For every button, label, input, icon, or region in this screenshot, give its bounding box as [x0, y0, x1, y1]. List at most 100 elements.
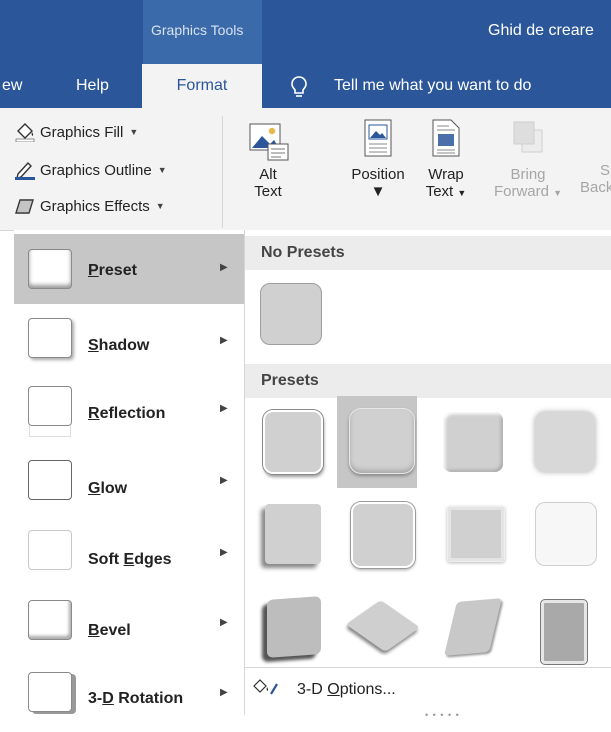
chevron-right-icon: ▶: [220, 262, 228, 273]
tell-me-search[interactable]: Tell me what you want to do: [334, 64, 604, 108]
chevron-down-icon: ▼: [370, 183, 386, 200]
3d-rotation-swatch: [28, 672, 72, 712]
menu-item-label: Reflection: [88, 405, 166, 422]
effects-icon: [15, 199, 34, 214]
wrap-text-label-line1: Wrap: [428, 166, 464, 183]
glow-swatch: [28, 460, 72, 500]
chevron-down-icon: ▼: [155, 201, 165, 211]
preset-shape: [535, 502, 597, 566]
title-bar: Graphics Tools Ghid de creare: [0, 0, 611, 64]
preset-12[interactable]: [529, 586, 609, 678]
lightbulb-icon: [291, 76, 307, 97]
preset-shape: [443, 412, 503, 472]
preset-shape: [447, 506, 505, 562]
menu-item-label: 3-D Rotation: [88, 690, 184, 707]
preset-shape: [349, 408, 415, 474]
bring-forward-label-line2: Forward: [493, 183, 549, 200]
preset-4[interactable]: [529, 398, 609, 490]
preset-1[interactable]: [257, 398, 337, 490]
tab-view[interactable]: ew: [0, 64, 46, 108]
bevel-swatch: [28, 600, 72, 640]
reflection-swatch: [28, 386, 72, 426]
bring-forward-button[interactable]: Bring Forward ▼: [478, 116, 578, 200]
ribbon-separator: [222, 116, 223, 228]
alt-text-icon: [249, 123, 289, 161]
menu-item-bevel[interactable]: Bevel ▶: [14, 592, 244, 662]
send-backward-button[interactable]: S Back: [580, 116, 611, 196]
preset-7[interactable]: [441, 492, 521, 584]
chevron-right-icon: ▶: [220, 335, 228, 346]
chevron-down-icon: ▼: [553, 188, 563, 198]
preset-shape: [541, 600, 587, 664]
graphics-effects-menu: Preset ▶ Shadow ▶ Reflection ▶ Glow ▶ So…: [14, 230, 245, 715]
menu-item-preset[interactable]: Preset ▶: [14, 234, 244, 304]
menu-item-3d-rotation[interactable]: 3-D Rotation ▶: [14, 662, 244, 732]
alt-text-button[interactable]: Alt Text: [240, 116, 296, 200]
graphics-fill-button[interactable]: Graphics Fill ▼: [14, 118, 138, 146]
preset-9[interactable]: [257, 586, 337, 678]
preset-2[interactable]: [337, 396, 417, 488]
shadow-swatch: [28, 318, 72, 358]
preset-shape: [263, 410, 323, 474]
graphics-outline-label: Graphics Outline: [40, 161, 152, 179]
paint-bucket-icon: [253, 679, 278, 695]
menu-item-label: Bevel: [88, 622, 131, 639]
preset-shape: [267, 596, 321, 658]
tab-help[interactable]: Help: [76, 64, 120, 108]
chevron-right-icon: ▶: [220, 475, 228, 486]
tab-format[interactable]: Format: [142, 64, 262, 108]
preset-shape: [351, 502, 415, 568]
preset-shape: [260, 283, 322, 345]
menu-item-glow[interactable]: Glow ▶: [14, 450, 244, 520]
bring-forward-label-line1: Bring: [510, 166, 546, 183]
chevron-right-icon: ▶: [220, 547, 228, 558]
preset-shape: [535, 412, 595, 472]
no-preset-option[interactable]: [257, 276, 325, 352]
preset-shape: [444, 598, 502, 656]
soft-edges-swatch: [28, 530, 72, 570]
position-label: Position: [351, 166, 405, 183]
send-backward-label-line2: Back: [580, 179, 611, 196]
reflection-mirror: [29, 426, 71, 437]
chevron-right-icon: ▶: [220, 403, 228, 414]
preset-swatch: [28, 249, 72, 289]
ribbon-tab-row: ew Help Format Tell me what you want to …: [0, 64, 611, 108]
menu-item-soft-edges[interactable]: Soft Edges ▶: [14, 522, 244, 592]
menu-item-label: Soft Edges: [88, 551, 172, 568]
preset-6[interactable]: [349, 492, 429, 584]
chevron-right-icon: ▶: [220, 617, 228, 628]
alt-text-label-line2: Text: [254, 183, 282, 200]
preset-11[interactable]: [441, 586, 521, 678]
chevron-down-icon: ▼: [129, 127, 139, 137]
chevron-right-icon: ▶: [220, 687, 228, 698]
wrap-text-icon: [432, 119, 460, 157]
menu-item-label: Glow: [88, 480, 128, 497]
menu-item-shadow[interactable]: Shadow ▶: [14, 310, 244, 380]
preset-8[interactable]: [529, 492, 609, 584]
resize-grip[interactable]: • • • • •: [425, 710, 460, 720]
bring-forward-icon: [513, 121, 543, 153]
3d-options-button[interactable]: 3-D Options... • • • • •: [245, 667, 611, 720]
chevron-down-icon: ▼: [157, 165, 167, 175]
no-presets-header: No Presets: [245, 236, 611, 270]
context-tab-group-graphics-tools: Graphics Tools: [143, 0, 262, 64]
preset-shape: [345, 600, 421, 652]
graphics-outline-button[interactable]: Graphics Outline ▼: [14, 156, 167, 184]
graphics-fill-label: Graphics Fill: [40, 123, 124, 141]
preset-3[interactable]: [437, 398, 517, 490]
preset-flyout: No Presets Presets: [245, 230, 611, 715]
preset-5[interactable]: [257, 492, 337, 584]
pen-icon: [15, 161, 35, 180]
context-group-label: Graphics Tools: [151, 22, 244, 38]
presets-header: Presets: [245, 364, 611, 398]
wrap-text-label-line2: Text: [425, 183, 454, 200]
graphics-effects-button[interactable]: Graphics Effects ▼: [14, 192, 165, 220]
wrap-text-button[interactable]: Wrap Text ▼: [416, 116, 476, 200]
menu-item-reflection[interactable]: Reflection ▶: [14, 378, 244, 448]
position-button[interactable]: Position ▼: [338, 116, 418, 200]
menu-item-label: Shadow: [88, 337, 150, 354]
position-icon: [364, 119, 392, 157]
ribbon-format: Graphics Fill ▼ Graphics Outline ▼ Graph…: [0, 108, 611, 231]
preset-10[interactable]: [345, 586, 429, 678]
chevron-down-icon: ▼: [457, 188, 467, 198]
